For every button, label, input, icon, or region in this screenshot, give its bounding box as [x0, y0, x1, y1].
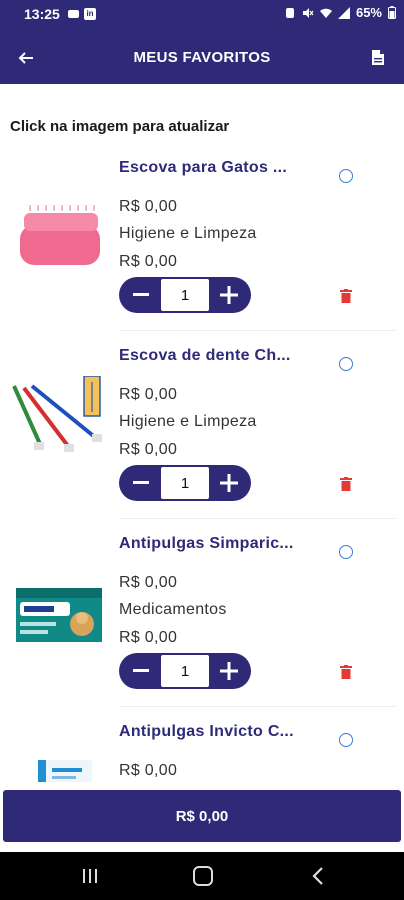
status-bar: 13:25 in 65%	[0, 0, 404, 30]
minus-icon	[133, 293, 149, 296]
quantity-value[interactable]: 1	[161, 467, 209, 499]
trash-icon[interactable]	[340, 289, 352, 303]
select-radio[interactable]	[339, 357, 353, 371]
increase-button[interactable]	[209, 465, 249, 501]
product-category: Medicamentos	[119, 601, 227, 618]
quantity-stepper: 1	[119, 653, 251, 689]
system-nav-bar	[0, 852, 404, 900]
item-divider	[119, 706, 396, 707]
page-title: MEUS FAVORITOS	[133, 49, 271, 66]
product-total: R$ 0,00	[119, 253, 178, 270]
quantity-stepper: 1	[119, 277, 251, 313]
home-icon[interactable]	[193, 866, 213, 886]
app-bar: MEUS FAVORITOS	[0, 30, 404, 84]
mute-icon	[302, 7, 314, 18]
product-category: Higiene e Limpeza	[119, 225, 257, 242]
linkedin-icon: in	[84, 8, 96, 20]
item-divider	[119, 518, 396, 519]
product-total: R$ 0,00	[119, 629, 178, 646]
select-radio[interactable]	[339, 545, 353, 559]
decrease-button[interactable]	[121, 277, 161, 313]
total-button[interactable]: R$ 0,00	[3, 790, 401, 842]
favorites-list: Escova para Gatos ... R$ 0,00 Higiene e …	[0, 150, 404, 782]
list-item: Escova de dente Ch... R$ 0,00 Higiene e …	[0, 338, 404, 526]
battery-percentage: 65%	[355, 5, 382, 20]
refresh-hint: Click na imagem para atualizar	[10, 118, 230, 135]
status-time: 13:25	[24, 6, 60, 22]
product-name[interactable]: Antipulgas Simparic...	[119, 535, 294, 553]
quantity-value[interactable]: 1	[161, 279, 209, 311]
select-radio[interactable]	[339, 169, 353, 183]
quantity-value[interactable]: 1	[161, 655, 209, 687]
trash-icon[interactable]	[340, 665, 352, 679]
product-name[interactable]: Escova para Gatos ...	[119, 159, 287, 177]
minus-icon	[133, 481, 149, 484]
wifi-icon	[319, 8, 332, 18]
product-name[interactable]: Antipulgas Invicto C...	[119, 723, 294, 741]
status-system-icons: 65%	[284, 5, 396, 20]
nav-back-icon[interactable]	[310, 866, 326, 886]
increase-button[interactable]	[209, 277, 249, 313]
recents-icon[interactable]	[80, 868, 100, 884]
report-button[interactable]	[366, 45, 390, 69]
plus-icon	[220, 662, 238, 680]
product-total: R$ 0,00	[119, 441, 178, 458]
list-item: Antipulgas Simparic... R$ 0,00 Medicamen…	[0, 526, 404, 714]
quantity-stepper: 1	[119, 465, 251, 501]
minus-icon	[133, 669, 149, 672]
product-image[interactable]	[10, 376, 108, 466]
increase-button[interactable]	[209, 653, 249, 689]
product-price: R$ 0,00	[119, 386, 178, 403]
product-price: R$ 0,00	[119, 198, 178, 215]
document-icon	[372, 49, 384, 65]
decrease-button[interactable]	[121, 465, 161, 501]
product-image[interactable]	[10, 195, 108, 285]
trash-icon[interactable]	[340, 477, 352, 491]
product-image[interactable]	[10, 566, 108, 656]
battery-icon	[388, 6, 396, 19]
product-category: Higiene e Limpeza	[119, 413, 257, 430]
plus-icon	[220, 286, 238, 304]
list-item: Antipulgas Invicto C... R$ 0,00	[0, 714, 404, 782]
product-price: R$ 0,00	[119, 574, 178, 591]
video-icon	[68, 10, 79, 18]
plus-icon	[220, 474, 238, 492]
select-radio[interactable]	[339, 733, 353, 747]
product-image[interactable]	[10, 752, 108, 782]
list-item: Escova para Gatos ... R$ 0,00 Higiene e …	[0, 150, 404, 338]
decrease-button[interactable]	[121, 653, 161, 689]
product-price: R$ 0,00	[119, 762, 178, 779]
alarm-icon	[285, 7, 294, 18]
status-notification-icons: in	[68, 8, 96, 20]
signal-icon	[337, 6, 350, 19]
product-name[interactable]: Escova de dente Ch...	[119, 347, 291, 365]
item-divider	[119, 330, 396, 331]
